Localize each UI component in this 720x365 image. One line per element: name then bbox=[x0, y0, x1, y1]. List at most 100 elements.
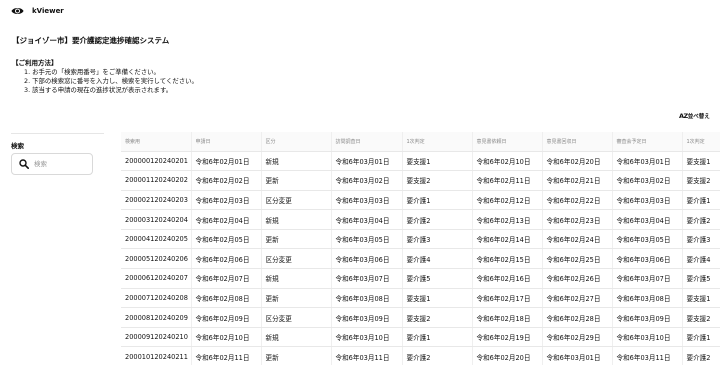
results-table: 検索用 申請日 区分 訪問調査日 1次判定 意見書依頼日 意見書回収日 審査会予定日 1次判定 … bbox=[121, 132, 720, 365]
table-cell: 令和6年02月08日 bbox=[191, 288, 262, 309]
app-name: kViewer bbox=[32, 7, 64, 15]
table-cell: 令和6年02月02日 bbox=[191, 170, 262, 191]
table-row[interactable]: 200007120240208 令和6年02月08日 更新 令和6年03月08日 要支援… bbox=[121, 288, 720, 309]
table-cell: 令和6年03月01日 bbox=[612, 151, 683, 172]
table-cell: 令和6年02月16日 bbox=[472, 268, 543, 289]
table-row[interactable]: 200004120240205 令和6年02月05日 更新 令和6年03月05日 要介護… bbox=[121, 229, 720, 250]
table-cell: 新規 bbox=[261, 151, 332, 172]
table-cell: 新規 bbox=[261, 209, 332, 230]
table-cell: 令和6年02月18日 bbox=[472, 307, 543, 328]
sort-button[interactable]: AZ並べ替え bbox=[679, 112, 710, 121]
table-cell: 200001120240202 bbox=[121, 170, 192, 191]
table-cell: 200007120240208 bbox=[121, 288, 192, 309]
table-row[interactable]: 200010120240211 令和6年02月11日 更新 令和6年03月11日 要介護… bbox=[121, 346, 720, 365]
table-cell: 新規 bbox=[261, 327, 332, 348]
table-row[interactable]: 200008120240209 令和6年02月09日 区分変更 令和6年03月09日要… bbox=[121, 307, 720, 328]
usage-step: 1. お手元の「検索用番号」をご準備ください。 bbox=[24, 68, 160, 76]
table-cell: 要支援2 bbox=[682, 170, 720, 191]
table-cell: 要介護3 bbox=[682, 229, 720, 250]
table-cell: 令和6年03月06日 bbox=[612, 248, 683, 270]
table-cell: 令和6年03月10日 bbox=[331, 327, 403, 348]
table-body: 200000120240201 令和6年02月01日 新規 令和6年03月01日 要支援… bbox=[121, 151, 720, 365]
table-cell: 令和6年02月28日 bbox=[542, 307, 613, 328]
table-cell: 要介護5 bbox=[682, 268, 720, 289]
table-cell: 令和6年02月14日 bbox=[472, 229, 543, 250]
table-cell: 令和6年02月25日 bbox=[542, 248, 613, 270]
table-row[interactable]: 200005120240206 令和6年02月06日 区分変更 令和6年03月06日要… bbox=[121, 248, 720, 270]
table-cell: 令和6年03月02日 bbox=[612, 170, 683, 191]
table-cell: 令和6年02月05日 bbox=[191, 229, 262, 250]
table-cell: 200010120240211 bbox=[121, 346, 192, 365]
table-cell: 要介護4 bbox=[402, 248, 473, 270]
table-cell: 200002120240203 bbox=[121, 190, 192, 211]
table-cell: 要支援1 bbox=[402, 151, 473, 172]
table-cell: 新規 bbox=[261, 268, 332, 289]
table-cell: 令和6年03月10日 bbox=[612, 327, 683, 348]
table-cell: 令和6年02月13日 bbox=[472, 209, 543, 230]
table-cell: 令和6年02月01日 bbox=[191, 151, 262, 172]
column-header[interactable]: 意見書回収日 bbox=[542, 132, 613, 152]
search-label: 検索 bbox=[11, 142, 24, 150]
table-cell: 区分変更 bbox=[261, 248, 332, 270]
table-cell: 令和6年02月24日 bbox=[542, 229, 613, 250]
table-cell: 令和6年02月11日 bbox=[472, 170, 543, 191]
table-cell: 要介護1 bbox=[682, 327, 720, 348]
table-cell: 要介護1 bbox=[402, 190, 473, 211]
column-header[interactable]: 審査会予定日 bbox=[612, 132, 683, 152]
column-header[interactable]: 1次判定 bbox=[682, 132, 720, 152]
eye-logo-icon bbox=[11, 8, 24, 14]
table-cell: 令和6年03月11日 bbox=[612, 346, 683, 365]
table-row[interactable]: 200006120240207 令和6年02月07日 新規 令和6年03月07日 要介護… bbox=[121, 268, 720, 289]
table-cell: 200004120240205 bbox=[121, 229, 192, 250]
table-row[interactable]: 200001120240202 令和6年02月02日 更新 令和6年03月02日 要支援… bbox=[121, 170, 720, 191]
column-header[interactable]: 意見書依頼日 bbox=[472, 132, 543, 152]
table-cell: 要支援2 bbox=[682, 307, 720, 328]
table-cell: 要支援2 bbox=[402, 307, 473, 328]
table-cell: 令和6年02月12日 bbox=[472, 190, 543, 211]
table-row[interactable]: 200002120240203 令和6年02月03日 区分変更 令和6年03月03日 要… bbox=[121, 190, 720, 211]
table-cell: 200006120240207 bbox=[121, 268, 192, 289]
search-input[interactable] bbox=[34, 157, 90, 171]
table-cell: 令和6年03月01日 bbox=[331, 151, 403, 172]
table-row[interactable]: 200009120240210 令和6年02月10日 新規 令和6年03月10日 要介護… bbox=[121, 327, 720, 348]
results-table-container[interactable]: 検索用 申請日 区分 訪問調査日 1次判定 意見書依頼日 意見書回収日 審査会予定日 1次判定 … bbox=[121, 132, 720, 365]
table-cell: 要支援1 bbox=[682, 151, 720, 172]
table-cell: 令和6年03月07日 bbox=[331, 268, 403, 289]
table-row[interactable]: 200000120240201 令和6年02月01日 新規 令和6年03月01日 要支援… bbox=[121, 151, 720, 172]
table-header-row: 検索用 申請日 区分 訪問調査日 1次判定 意見書依頼日 意見書回収日 審査会予定日 1次判定 bbox=[121, 132, 720, 152]
sort-az-icon: AZ bbox=[679, 112, 688, 120]
table-cell: 令和6年02月29日 bbox=[542, 327, 613, 348]
table-cell: 令和6年02月06日 bbox=[191, 248, 262, 270]
table-cell: 令和6年03月02日 bbox=[331, 170, 403, 191]
column-header[interactable]: 1次判定 bbox=[402, 132, 473, 152]
table-cell: 令和6年03月11日 bbox=[331, 346, 403, 365]
usage-step: 3. 該当する申請の現在の進捗状況が表示されます。 bbox=[24, 86, 173, 95]
table-cell: 令和6年02月07日 bbox=[191, 268, 262, 289]
table-cell: 更新 bbox=[261, 288, 332, 309]
table-cell: 令和6年02月10日 bbox=[472, 151, 543, 172]
table-cell: 要介護4 bbox=[682, 248, 720, 270]
usage-instructions: 1. お手元の「検索用番号」をご準備ください。 2. 下部の検索窓に番号を入力し… bbox=[24, 68, 198, 96]
table-cell: 令和6年02月03日 bbox=[191, 190, 262, 211]
column-header[interactable]: 検索用 bbox=[121, 132, 192, 152]
table-cell: 令和6年03月07日 bbox=[612, 268, 683, 289]
sort-button-label: 並べ替え bbox=[687, 114, 710, 120]
table-cell: 令和6年02月10日 bbox=[191, 327, 262, 348]
table-cell: 更新 bbox=[261, 346, 332, 365]
search-box[interactable] bbox=[11, 153, 93, 175]
table-cell: 更新 bbox=[261, 170, 332, 191]
table-cell: 令和6年03月03日 bbox=[612, 190, 683, 211]
table-cell: 令和6年03月08日 bbox=[331, 288, 403, 309]
column-header[interactable]: 申請日 bbox=[191, 132, 262, 152]
table-cell: 要介護1 bbox=[402, 327, 473, 348]
table-row[interactable]: 200003120240204 令和6年02月04日 新規 令和6年03月04日 要介護… bbox=[121, 209, 720, 230]
table-cell: 要介護5 bbox=[402, 268, 473, 289]
table-cell: 令和6年02月21日 bbox=[542, 170, 613, 191]
column-header[interactable]: 区分 bbox=[261, 132, 332, 152]
table-cell: 要介護2 bbox=[402, 209, 473, 230]
table-cell: 区分変更 bbox=[261, 190, 332, 211]
page-title: 【ジョイゾー市】要介護認定進捗確認システム bbox=[12, 36, 170, 45]
column-header[interactable]: 訪問調査日 bbox=[331, 132, 403, 152]
table-cell: 要介護2 bbox=[682, 346, 720, 365]
table-cell: 令和6年02月26日 bbox=[542, 268, 613, 289]
